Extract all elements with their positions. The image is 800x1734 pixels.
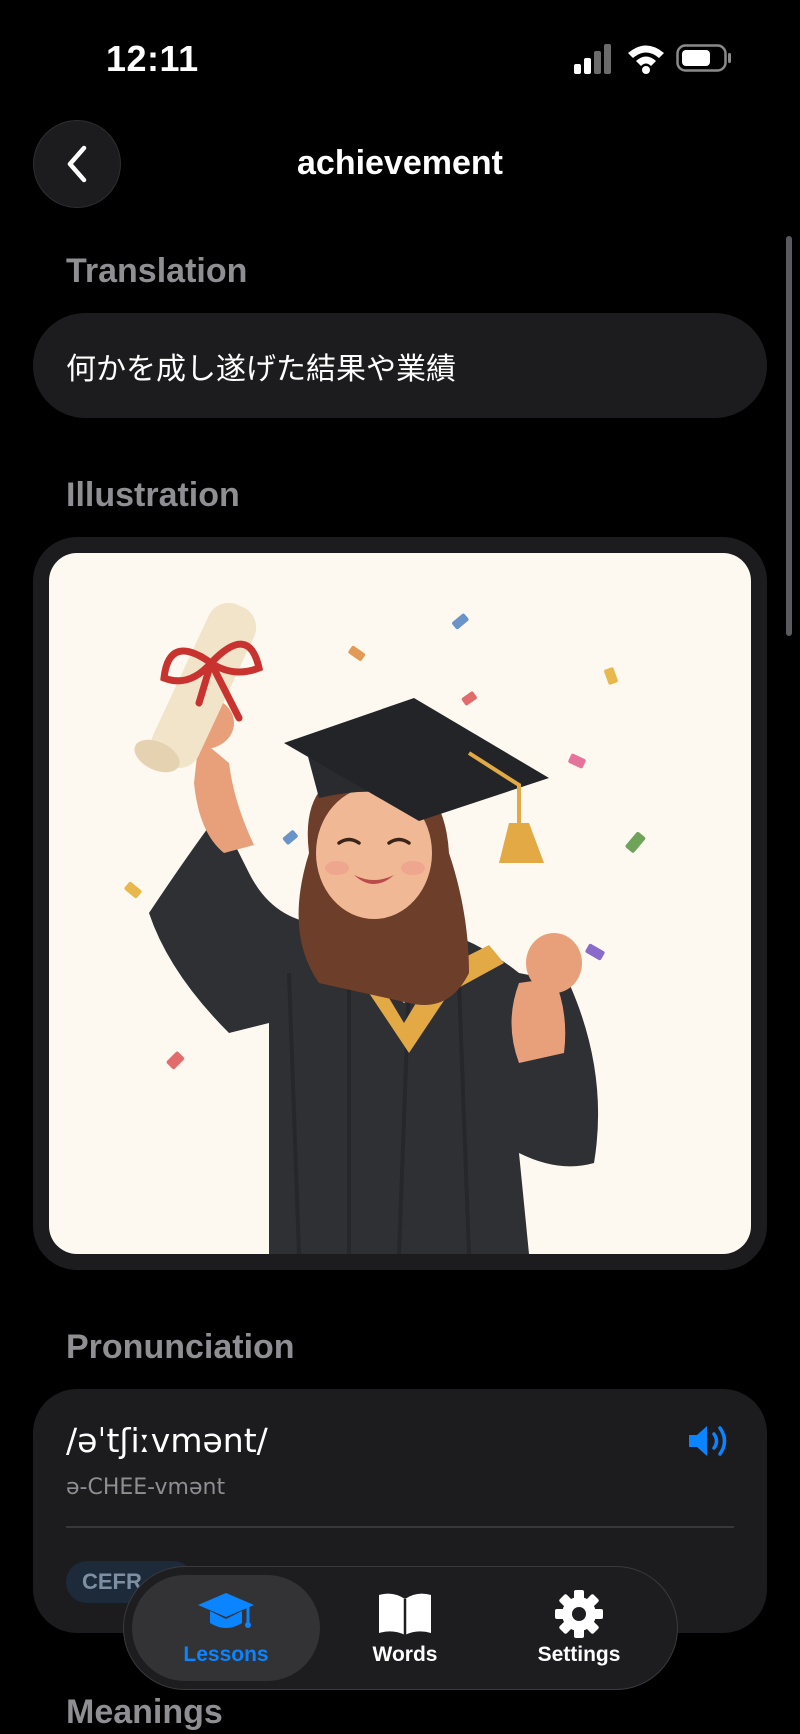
meanings-label: Meanings	[66, 1693, 223, 1731]
speaker-wave-icon[interactable]	[687, 1421, 733, 1461]
status-bar: 12:11	[0, 0, 800, 110]
ipa-transcription: /əˈtʃiːvmənt/	[66, 1421, 268, 1460]
diploma-scroll	[134, 602, 264, 773]
graduate-celebrating-image	[124, 602, 646, 1254]
status-time: 12:11	[106, 38, 199, 79]
graduation-cap-icon	[198, 1593, 254, 1628]
respelling-text: ə-CHEE-vmənt	[66, 1475, 226, 1500]
divider	[66, 1526, 734, 1528]
cellular-signal-icon	[574, 44, 611, 74]
tab-words-label: Words	[372, 1643, 438, 1666]
translation-label: Translation	[66, 252, 248, 290]
translation-card: 何かを成し遂げた結果や業績	[33, 313, 767, 418]
cefr-label: CEFR	[82, 1569, 142, 1594]
pronunciation-label: Pronunciation	[66, 1328, 295, 1366]
gear-icon	[555, 1590, 603, 1638]
scroll-indicator[interactable]	[786, 236, 792, 636]
tab-words[interactable]: Words	[320, 1575, 490, 1681]
page-title: achievement	[297, 144, 503, 182]
book-icon	[379, 1593, 431, 1635]
wifi-icon	[628, 45, 664, 74]
tab-settings[interactable]: Settings	[490, 1575, 668, 1681]
tab-lessons-label: Lessons	[183, 1643, 269, 1666]
illustration-image[interactable]	[49, 553, 751, 1254]
battery-icon	[676, 44, 731, 72]
illustration-label: Illustration	[66, 476, 240, 514]
translation-text: 何かを成し遂げた結果や業績	[66, 351, 456, 387]
tab-bar: Lessons Words Settings	[123, 1566, 678, 1690]
tab-settings-label: Settings	[537, 1643, 621, 1666]
tab-lessons[interactable]: Lessons	[132, 1575, 320, 1681]
illustration-card	[33, 537, 767, 1270]
